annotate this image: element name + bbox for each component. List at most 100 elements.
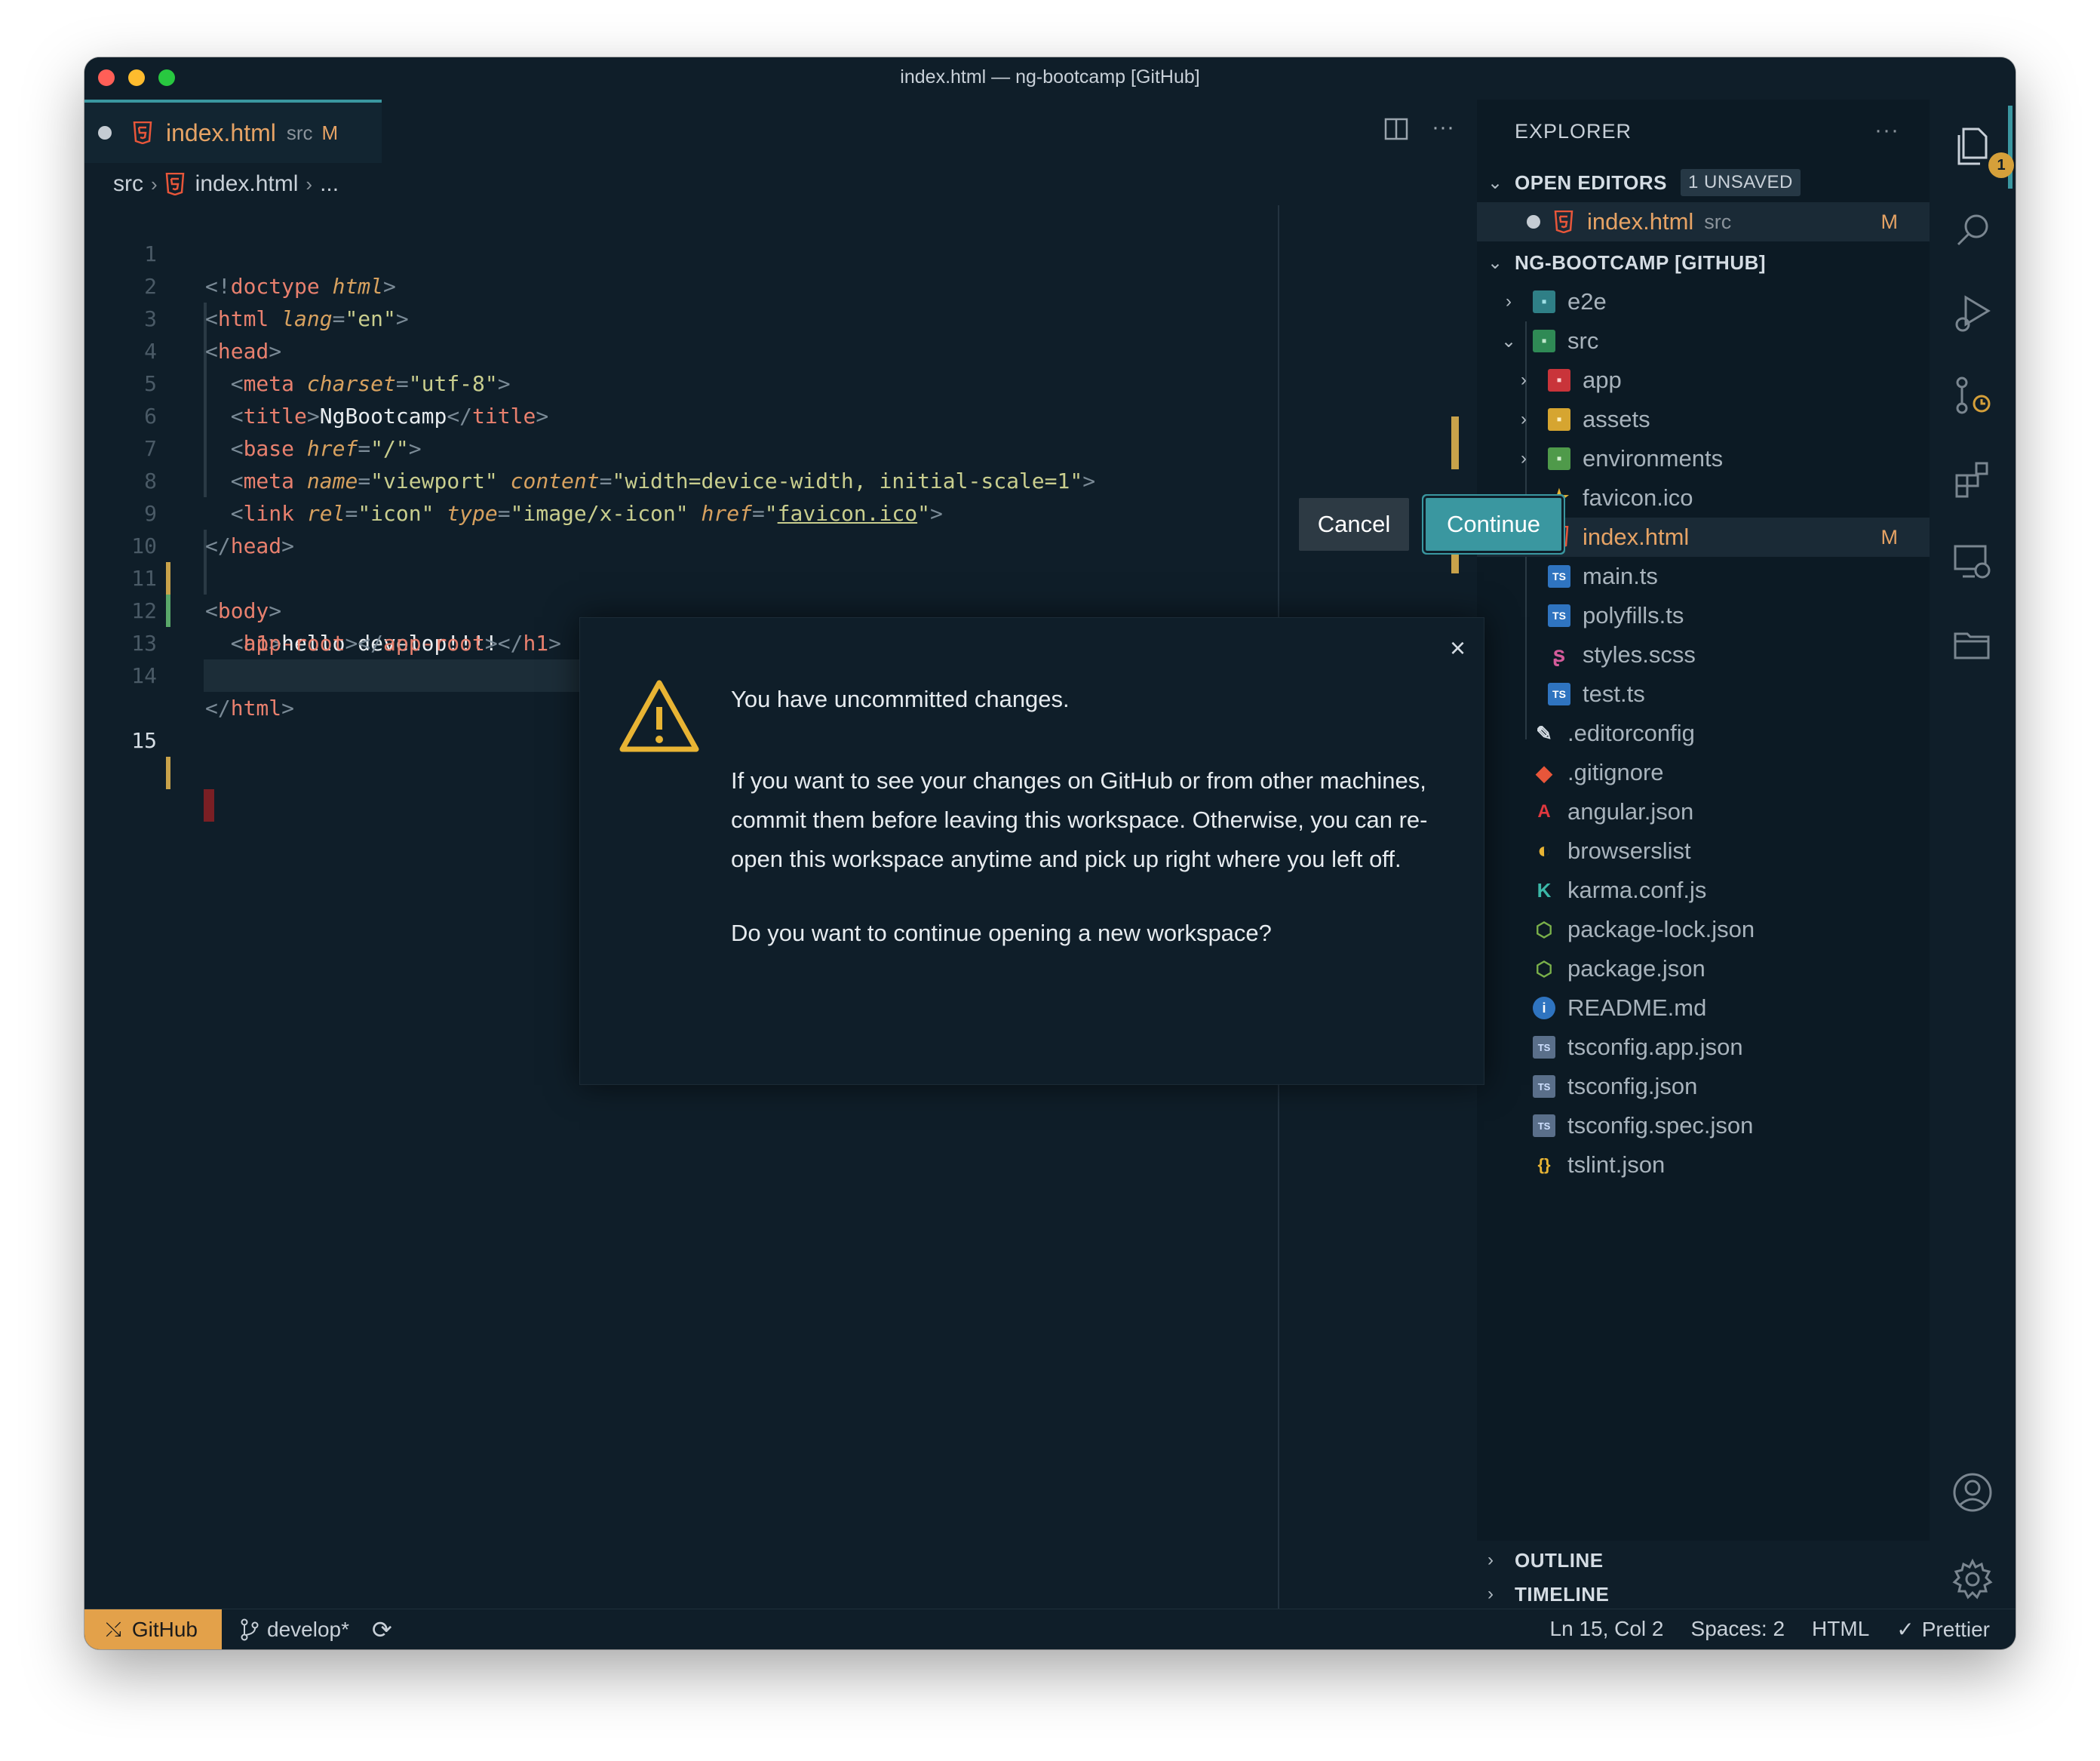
nodejs-icon: ⬡ xyxy=(1535,957,1553,980)
code-line: 2 <html lang="en"> xyxy=(144,274,409,331)
cancel-button[interactable]: Cancel xyxy=(1299,498,1409,551)
editor-actions: ··· xyxy=(1383,116,1454,142)
explorer-header: EXPLORER ··· xyxy=(1515,118,1899,143)
code-line: 9 </head> xyxy=(144,501,295,558)
tree-item-app[interactable]: › ▪ app xyxy=(1477,361,1930,400)
modified-gutter-mark xyxy=(166,757,170,789)
open-editors-section[interactable]: ⌄ OPEN EDITORS 1 UNSAVED xyxy=(1477,163,1930,202)
remote-indicator[interactable]: ⤯ GitHub xyxy=(84,1609,222,1649)
tab-bar: index.html src M ··· xyxy=(84,100,1477,163)
tree-item-tsconfig[interactable]: TS tsconfig.json xyxy=(1477,1067,1930,1106)
angular-icon: A xyxy=(1537,801,1551,822)
typescript-icon: TS xyxy=(1548,565,1570,588)
chevron-right-icon: › xyxy=(1521,448,1527,469)
tree-item-e2e[interactable]: › ▪ e2e xyxy=(1477,282,1930,321)
tree-item-styles-scss[interactable]: ʂ styles.scss xyxy=(1477,635,1930,675)
app-folder-icon: ▪ xyxy=(1548,369,1570,392)
unsaved-dot-icon[interactable] xyxy=(1527,215,1540,229)
close-icon[interactable]: × xyxy=(1450,635,1466,662)
tree-item-src[interactable]: ⌄ ▪ src xyxy=(1477,321,1930,361)
browserslist-icon: ◐ xyxy=(1537,838,1552,863)
extensions-icon[interactable] xyxy=(1948,454,1997,504)
tree-item-package-lock[interactable]: ⬡ package-lock.json xyxy=(1477,910,1930,949)
dialog-title: You have uncommitted changes. xyxy=(731,686,1070,712)
tree-item-gitignore[interactable]: ◆ .gitignore xyxy=(1477,753,1930,792)
explorer-icon[interactable]: 1 xyxy=(1948,122,2014,178)
nodejs-icon: ⬡ xyxy=(1535,917,1553,941)
tree-item-browserslist[interactable]: ◐ browserslist xyxy=(1477,831,1930,871)
source-control-icon[interactable] xyxy=(1948,371,1997,421)
git-branch-icon xyxy=(241,1618,259,1640)
html5-icon xyxy=(133,121,152,144)
tree-item-assets[interactable]: › ▪ assets xyxy=(1477,400,1930,439)
branch-indicator[interactable]: develop* xyxy=(240,1618,349,1642)
code-line: 6 <base href="/"> xyxy=(144,404,422,461)
chevron-right-icon: › xyxy=(151,172,158,195)
sync-icon[interactable]: ⟳ xyxy=(372,1615,392,1644)
tree-item-editorconfig[interactable]: ✎ .editorconfig xyxy=(1477,714,1930,753)
remote-icon: ⤯ xyxy=(106,1617,121,1640)
json-braces-icon: {} xyxy=(1537,1155,1551,1174)
code-line: 5 <title>NgBootcamp</title> xyxy=(144,371,549,429)
prettier-status[interactable]: ✓ Prettier xyxy=(1896,1617,1990,1642)
tree-item-tsconfig-app[interactable]: TS tsconfig.app.json xyxy=(1477,1028,1930,1067)
tree-item-polyfills-ts[interactable]: TS polyfills.ts xyxy=(1477,596,1930,635)
tree-item-karma-conf[interactable]: K karma.conf.js xyxy=(1477,871,1930,910)
tree-item-tslint[interactable]: {} tslint.json xyxy=(1477,1145,1930,1185)
settings-gear-icon[interactable] xyxy=(1948,1554,1997,1604)
tree-item-tsconfig-spec[interactable]: TS tsconfig.spec.json xyxy=(1477,1106,1930,1145)
more-actions-icon[interactable]: ··· xyxy=(1874,118,1899,143)
git-icon: ◆ xyxy=(1536,761,1552,785)
chevron-right-icon: › xyxy=(1488,1550,1494,1570)
sass-icon: ʂ xyxy=(1552,642,1566,667)
status-bar-right: Ln 15, Col 2 Spaces: 2 HTML ✓ Prettier xyxy=(1550,1617,1990,1642)
html5-icon xyxy=(165,173,185,195)
language-mode[interactable]: HTML xyxy=(1812,1617,1869,1642)
dialog-question: Do you want to continue opening a new wo… xyxy=(731,920,1272,946)
account-icon[interactable] xyxy=(1948,1468,1997,1517)
tab-index-html[interactable]: index.html src M xyxy=(84,100,382,163)
assets-folder-icon: ▪ xyxy=(1548,408,1570,431)
tree-item-readme[interactable]: i README.md xyxy=(1477,988,1930,1028)
tree-item-environments[interactable]: › ▪ environments xyxy=(1477,439,1930,478)
zoom-window-button[interactable] xyxy=(158,69,175,86)
title-bar: index.html — ng-bootcamp [GitHub] xyxy=(84,57,2016,100)
remote-explorer-icon[interactable] xyxy=(1948,537,1997,587)
current-line-highlight xyxy=(204,659,581,692)
timeline-section[interactable]: › TIMELINE xyxy=(1477,1580,1930,1609)
chevron-right-icon: › xyxy=(1488,1584,1494,1604)
workspace-section[interactable]: ⌄ NG-BOOTCAMP [GITHUB] xyxy=(1477,243,1930,282)
tsconfig-icon: TS xyxy=(1533,1114,1555,1137)
chevron-down-icon: ⌄ xyxy=(1488,252,1503,273)
more-actions-icon[interactable]: ··· xyxy=(1432,116,1454,142)
indentation[interactable]: Spaces: 2 xyxy=(1691,1617,1785,1642)
breadcrumb-src[interactable]: src xyxy=(113,171,143,197)
explorer-badge: 1 xyxy=(1988,152,2014,178)
unsaved-dot-icon[interactable] xyxy=(98,126,112,140)
close-window-button[interactable] xyxy=(98,69,115,86)
code-line: 4 <meta charset="utf-8"> xyxy=(144,339,511,396)
breadcrumb-file[interactable]: index.html xyxy=(195,171,299,197)
tree-item-test-ts[interactable]: TS test.ts xyxy=(1477,675,1930,714)
open-editor-item[interactable]: index.html src M xyxy=(1477,202,1930,241)
continue-button[interactable]: Continue xyxy=(1423,496,1564,553)
breadcrumb: src › index.html › ... xyxy=(84,163,1477,205)
tsconfig-icon: TS xyxy=(1533,1036,1555,1059)
tree-item-angular-json[interactable]: A angular.json xyxy=(1477,792,1930,831)
typescript-icon: TS xyxy=(1548,604,1570,627)
cursor-position[interactable]: Ln 15, Col 2 xyxy=(1550,1617,1664,1642)
outline-section[interactable]: › OUTLINE xyxy=(1477,1541,1930,1580)
tab-modified-badge: M xyxy=(321,121,339,144)
chevron-down-icon: ⌄ xyxy=(1488,172,1503,193)
minimize-window-button[interactable] xyxy=(128,69,145,86)
activity-bar: 1 xyxy=(1930,100,2016,1609)
tree-item-package-json[interactable]: ⬡ package.json xyxy=(1477,949,1930,988)
split-editor-icon[interactable] xyxy=(1383,116,1409,142)
tree-item-main-ts[interactable]: TS main.ts xyxy=(1477,557,1930,596)
run-debug-icon[interactable] xyxy=(1948,288,1997,338)
search-icon[interactable] xyxy=(1948,205,1997,255)
folder-icon[interactable] xyxy=(1948,620,1997,670)
breadcrumb-more[interactable]: ... xyxy=(320,171,339,197)
chevron-right-icon: › xyxy=(1521,370,1527,390)
code-line: 12 <app-root></app-root> xyxy=(131,598,498,656)
